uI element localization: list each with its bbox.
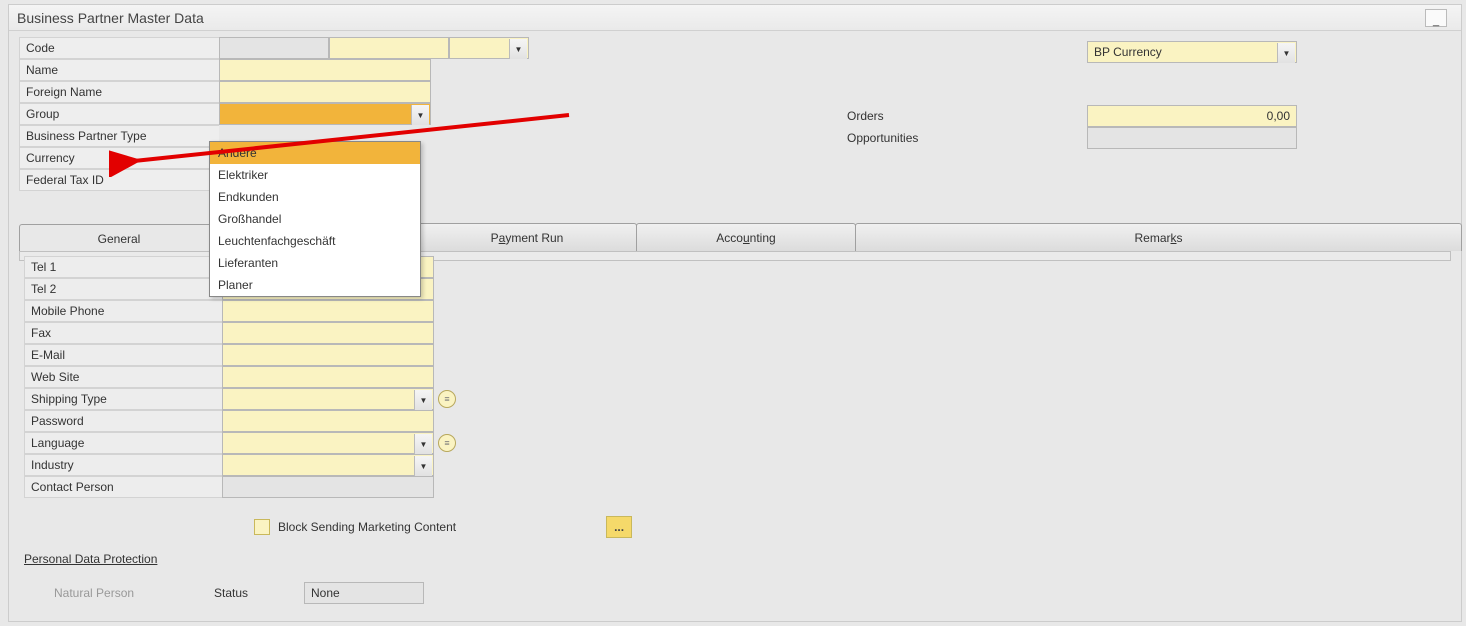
foreign-name-input[interactable] — [219, 81, 431, 103]
status-value: None — [304, 582, 424, 604]
language-detail-button[interactable]: ≡ — [438, 434, 456, 452]
form-area: Code Name Foreign Name Group Business Pa… — [9, 31, 1461, 197]
label-taxid: Federal Tax ID — [19, 169, 219, 191]
label-tel1: Tel 1 — [24, 256, 222, 278]
language-select[interactable] — [222, 432, 434, 454]
label-contact: Contact Person — [24, 476, 222, 498]
titlebar: Business Partner Master Data _ — [9, 5, 1461, 31]
group-option[interactable]: Großhandel — [210, 208, 420, 230]
mobile-input[interactable] — [222, 300, 434, 322]
right-fields: BP Currency Orders 0,00 Opportunities — [847, 41, 1297, 149]
shipping-select[interactable] — [222, 388, 434, 410]
block-marketing-checkbox[interactable]: Block Sending Marketing Content — [254, 519, 456, 535]
tab-payment-run[interactable]: Payment Run — [417, 223, 637, 251]
orders-value: 0,00 — [1087, 105, 1297, 127]
email-input[interactable] — [222, 344, 434, 366]
group-option[interactable]: Leuchtenfachgeschäft — [210, 230, 420, 252]
minimize-button[interactable]: _ — [1425, 9, 1447, 27]
label-natural-person: Natural Person — [54, 586, 214, 600]
label-website: Web Site — [24, 366, 222, 388]
personal-data-protection-link[interactable]: Personal Data Protection — [24, 552, 157, 566]
code-input[interactable] — [329, 37, 449, 59]
label-language: Language — [24, 432, 222, 454]
checkbox-box[interactable] — [254, 519, 270, 535]
tab-label: General — [98, 232, 141, 246]
bpcurrency-select[interactable]: BP Currency — [1087, 41, 1297, 63]
industry-select[interactable] — [222, 454, 434, 476]
contact-input[interactable] — [222, 476, 434, 498]
label-bptype: Business Partner Type — [19, 125, 219, 147]
label-opportunities: Opportunities — [847, 131, 1087, 145]
app-window: Business Partner Master Data _ Code Name… — [8, 4, 1462, 622]
tab-remarks[interactable]: Remarks — [855, 223, 1462, 251]
group-option[interactable]: Lieferanten — [210, 252, 420, 274]
label-status: Status — [214, 586, 304, 600]
opportunities-value — [1087, 127, 1297, 149]
group-select[interactable] — [219, 103, 431, 125]
group-dropdown-list[interactable]: Andere Elektriker Endkunden Großhandel L… — [209, 141, 421, 297]
label-password: Password — [24, 410, 222, 432]
tab-label: Accounting — [716, 231, 775, 245]
label-foreign-name: Foreign Name — [19, 81, 219, 103]
label-code: Code — [19, 37, 219, 59]
chevron-down-icon[interactable] — [414, 456, 432, 476]
code-prefix-input[interactable] — [219, 37, 329, 59]
label-email: E-Mail — [24, 344, 222, 366]
label-tel2: Tel 2 — [24, 278, 222, 300]
chevron-down-icon[interactable] — [411, 105, 429, 125]
chevron-down-icon[interactable] — [414, 390, 432, 410]
more-button[interactable]: ... — [606, 516, 632, 538]
window-title: Business Partner Master Data — [17, 10, 204, 26]
name-input[interactable] — [219, 59, 431, 81]
label-industry: Industry — [24, 454, 222, 476]
website-input[interactable] — [222, 366, 434, 388]
tab-general[interactable]: General — [19, 224, 219, 252]
label-shipping: Shipping Type — [24, 388, 222, 410]
code-type-select[interactable] — [449, 37, 529, 59]
checkbox-label: Block Sending Marketing Content — [278, 520, 456, 534]
group-option[interactable]: Planer — [210, 274, 420, 296]
group-option[interactable]: Endkunden — [210, 186, 420, 208]
label-name: Name — [19, 59, 219, 81]
fax-input[interactable] — [222, 322, 434, 344]
chevron-down-icon[interactable] — [509, 39, 527, 59]
tab-label: Remarks — [1134, 231, 1182, 245]
chevron-down-icon[interactable] — [1277, 43, 1295, 63]
tab-label: Payment Run — [491, 231, 564, 245]
bpcurrency-value: BP Currency — [1094, 45, 1162, 59]
chevron-down-icon[interactable] — [414, 434, 432, 454]
tab-accounting[interactable]: Accounting — [636, 223, 856, 251]
label-fax: Fax — [24, 322, 222, 344]
group-option[interactable]: Andere — [210, 142, 420, 164]
group-option[interactable]: Elektriker — [210, 164, 420, 186]
label-orders: Orders — [847, 109, 1087, 123]
label-currency: Currency — [19, 147, 219, 169]
shipping-detail-button[interactable]: ≡ — [438, 390, 456, 408]
password-input[interactable] — [222, 410, 434, 432]
label-group: Group — [19, 103, 219, 125]
label-mobile: Mobile Phone — [24, 300, 222, 322]
